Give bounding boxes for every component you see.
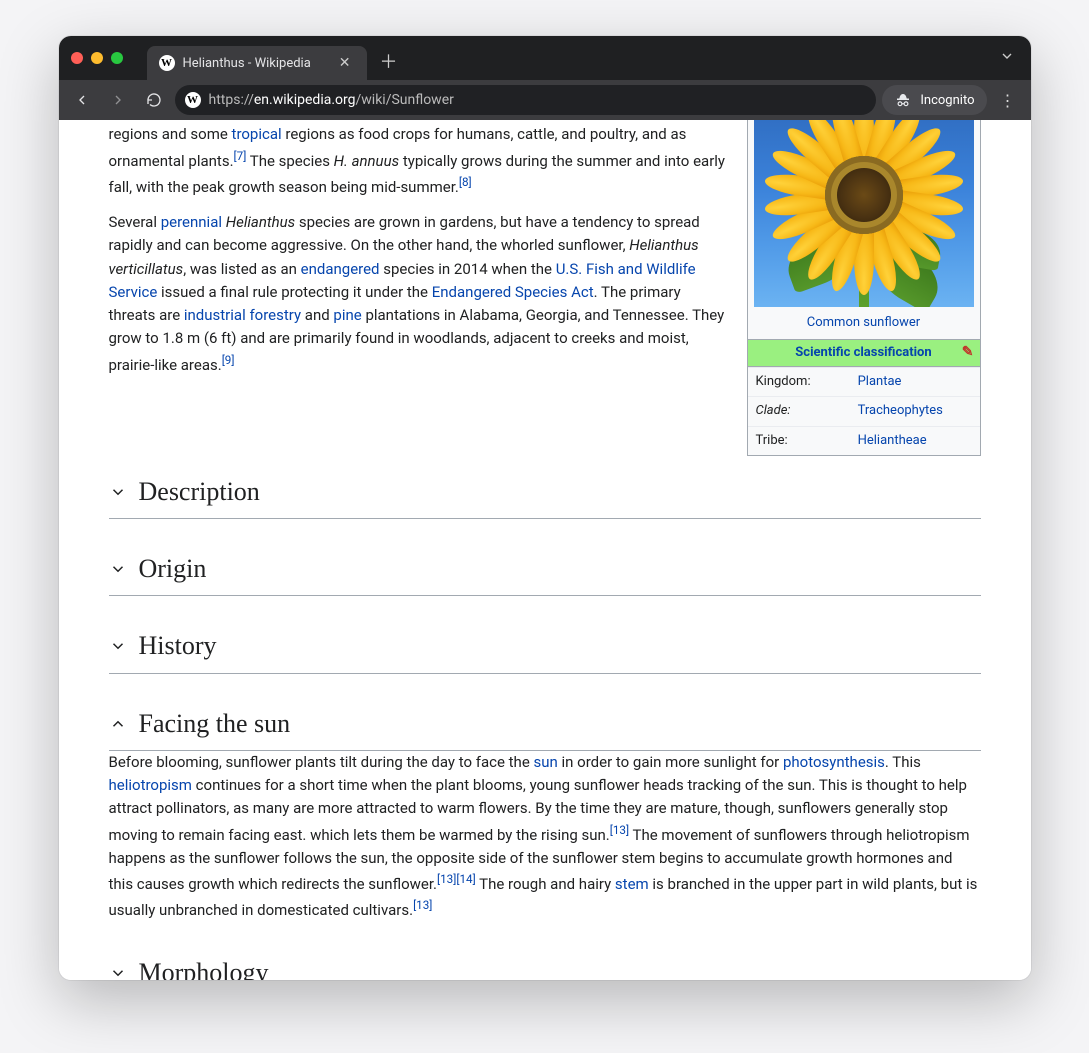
wikilink-tropical[interactable]: tropical	[232, 125, 282, 143]
forward-button[interactable]	[103, 85, 133, 115]
infobox-scientific-header: Scientific classification ✎	[748, 339, 980, 367]
illustration-disc	[825, 156, 903, 234]
taxonomy-row: Clade: Tracheophytes	[748, 397, 980, 426]
section-header-origin[interactable]: Origin	[109, 545, 981, 596]
incognito-label: Incognito	[920, 93, 974, 108]
reference-8[interactable]: [8]	[459, 175, 472, 189]
wikilink-endangered[interactable]: endangered	[301, 260, 380, 278]
window-close-button[interactable]	[71, 52, 83, 64]
infobox-caption-link[interactable]: Common sunflower	[807, 315, 920, 330]
taxonomy-table: Kingdom: Plantae Clade: Tracheophytes Tr…	[748, 367, 980, 454]
section-title: Morphology	[139, 953, 269, 980]
wikipedia-favicon: W	[159, 55, 175, 71]
wikilink-sun[interactable]: sun	[534, 753, 558, 771]
window-zoom-button[interactable]	[111, 52, 123, 64]
taxonomy-label: Clade:	[748, 397, 850, 426]
reference-13[interactable]: [13]	[413, 898, 432, 912]
window-minimize-button[interactable]	[91, 52, 103, 64]
taxonomy-row: Tribe: Heliantheae	[748, 426, 980, 455]
window-controls	[71, 52, 123, 64]
url-text: https://en.wikipedia.org/wiki/Sunflower	[209, 92, 454, 108]
chevron-down-icon	[109, 637, 127, 655]
chevron-down-icon	[109, 964, 127, 980]
reference-14[interactable]: [14]	[456, 872, 475, 886]
reference-7[interactable]: [7]	[234, 149, 247, 163]
reference-13[interactable]: [13]	[610, 823, 629, 837]
page-viewport: Common sunflower Scientific classificati…	[59, 120, 1031, 980]
wikilink-pine[interactable]: pine	[333, 306, 361, 324]
taxonomy-value-link[interactable]: Plantae	[858, 374, 902, 389]
infobox: Common sunflower Scientific classificati…	[747, 120, 981, 456]
back-button[interactable]	[67, 85, 97, 115]
reference-9[interactable]: [9]	[222, 353, 235, 367]
taxonomy-value-link[interactable]: Heliantheae	[858, 433, 927, 448]
scientific-classification-link[interactable]: Scientific classification	[795, 345, 931, 360]
reference-13[interactable]: [13]	[437, 872, 456, 886]
section-title: Description	[139, 472, 260, 512]
taxonomy-label: Kingdom:	[748, 368, 850, 397]
new-tab-button[interactable]: ＋	[375, 47, 403, 75]
section-title: Origin	[139, 549, 207, 589]
section-title: History	[139, 626, 217, 666]
wikilink-esa[interactable]: Endangered Species Act	[432, 283, 594, 301]
tab-close-button[interactable]: ✕	[335, 54, 355, 72]
incognito-icon	[894, 91, 912, 109]
chevron-down-icon	[109, 483, 127, 501]
infobox-caption: Common sunflower	[748, 311, 980, 339]
wikilink-perennial[interactable]: perennial	[161, 213, 222, 231]
wikilink-heliotropism[interactable]: heliotropism	[109, 776, 192, 794]
wikilink-industrial-forestry[interactable]: industrial forestry	[184, 306, 301, 324]
wikilink-stem[interactable]: stem	[615, 875, 649, 893]
incognito-badge[interactable]: Incognito	[882, 85, 986, 115]
tab-title: Helianthus - Wikipedia	[183, 56, 311, 71]
section-header-description[interactable]: Description	[109, 468, 981, 519]
browser-toolbar: W https://en.wikipedia.org/wiki/Sunflowe…	[59, 80, 1031, 120]
taxonomy-row: Kingdom: Plantae	[748, 368, 980, 397]
article-content: Common sunflower Scientific classificati…	[59, 120, 1031, 980]
tabs-dropdown-button[interactable]	[999, 48, 1015, 68]
reload-button[interactable]	[139, 85, 169, 115]
taxonomy-value-link[interactable]: Tracheophytes	[858, 403, 943, 418]
taxonomy-label: Tribe:	[748, 426, 850, 455]
chevron-up-icon	[109, 715, 127, 733]
facing-the-sun-paragraph: Before blooming, sunflower plants tilt d…	[109, 751, 981, 923]
browser-tab[interactable]: W Helianthus - Wikipedia ✕	[147, 46, 367, 80]
chevron-down-icon	[109, 560, 127, 578]
wikilink-photosynthesis[interactable]: photosynthesis	[783, 753, 885, 771]
section-header-morphology[interactable]: Morphology	[109, 949, 981, 980]
address-bar[interactable]: W https://en.wikipedia.org/wiki/Sunflowe…	[175, 85, 877, 115]
browser-menu-button[interactable]: ⋮	[993, 85, 1023, 115]
section-title: Facing the sun	[139, 704, 291, 744]
titlebar: W Helianthus - Wikipedia ✕ ＋	[59, 36, 1031, 80]
edit-taxonomy-icon[interactable]: ✎	[962, 342, 974, 364]
infobox-image[interactable]	[754, 120, 974, 307]
section-header-history[interactable]: History	[109, 622, 981, 673]
browser-window: W Helianthus - Wikipedia ✕ ＋ W https://e…	[59, 36, 1031, 980]
section-header-facing-the-sun[interactable]: Facing the sun	[109, 700, 981, 751]
site-identity-icon[interactable]: W	[185, 92, 201, 108]
